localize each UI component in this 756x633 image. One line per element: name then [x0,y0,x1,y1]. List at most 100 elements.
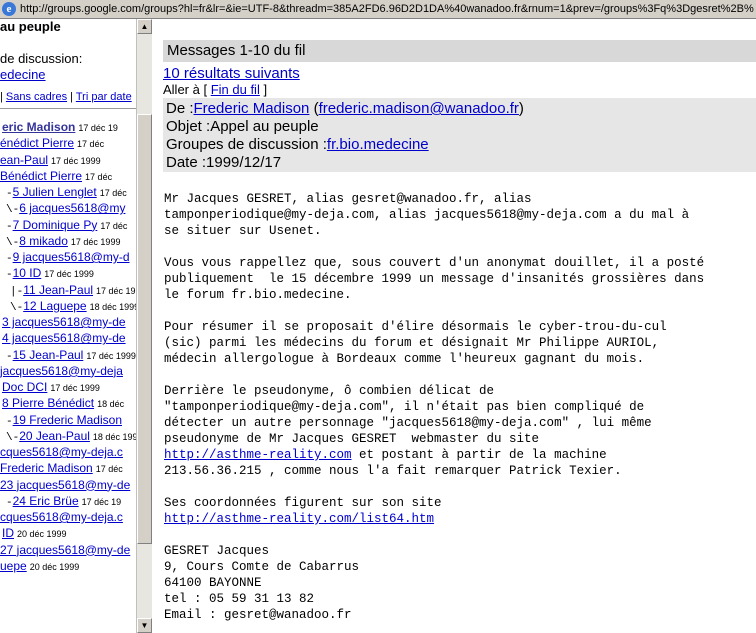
tree-item-link[interactable]: Doc DCI [2,380,47,394]
tree-item-link[interactable]: cques5618@my-deja.c [0,445,123,459]
tree-item-date: 17 déc [95,464,123,475]
tree-item-link[interactable]: 11 Jean-Paul [23,283,93,297]
tree-item-date: 17 déc 1999 [96,285,136,296]
tree-item[interactable]: -9 jacques5618@my-d [6,249,133,266]
tree-item-link[interactable]: 19 Frederic Madison [13,413,122,427]
site-list-link[interactable]: http://asthme-reality.com/list64.htm [164,512,434,526]
tree-item[interactable]: 3 jacques5618@my-de [2,314,129,331]
tree-item[interactable]: -24 Eric Brüe 17 déc 19 [6,493,121,510]
tree-item[interactable]: Doc DCI 17 déc 1999 [2,379,100,396]
tree-item-link[interactable]: 3 jacques5618@my-de [2,315,126,329]
tree-item-link[interactable]: ean-Paul [0,153,48,167]
tree-item[interactable]: ean-Paul 17 déc 1999 [0,152,101,169]
tree-item-link[interactable]: jacques5618@my-deja [0,364,123,378]
site-link[interactable]: http://asthme-reality.com [164,448,352,462]
body-paragraph: Vous vous rappellez que, sous couvert d'… [164,256,705,302]
tree-item-link[interactable]: 7 Dominique Py [13,218,98,232]
tree-item[interactable]: \-6 jacques5618@my [6,200,128,217]
tree-branch: - [6,220,13,233]
discussion-group-link[interactable]: edecine [0,67,46,82]
tree-item-link[interactable]: 15 Jean-Paul [13,348,84,362]
tree-item[interactable]: ID 20 déc 1999 [2,525,67,542]
end-of-thread-link[interactable]: Fin du fil [211,82,260,97]
tree-item-link[interactable]: eric Madison [2,120,75,134]
tree-item-date: 20 déc 1999 [17,529,67,540]
date-label: Date : [166,154,207,171]
date-value: 1999/12/17 [206,154,282,171]
tree-item[interactable]: \-12 Laguepe 18 déc 1999 [10,298,136,315]
tree-item-link[interactable]: 8 Pierre Bénédict [2,396,94,410]
from-email-link[interactable]: frederic.madison@wanadoo.fr [319,100,519,117]
tree-item-link[interactable]: 4 jacques5618@my-de [2,331,126,345]
tree-item[interactable]: jacques5618@my-deja [0,363,126,380]
signature-block: GESRET Jacques 9, Cours Comte de Cabarru… [164,544,360,622]
tree-item[interactable]: 27 jacques5618@my-de [0,542,133,559]
tree-item[interactable]: cques5618@my-deja.c [0,509,126,526]
tree-item[interactable]: Frederic Madison 17 déc [0,460,123,477]
tree-item-link[interactable]: Frederic Madison [0,461,93,475]
tree-item-link[interactable]: 9 jacques5618@my-d [13,250,130,264]
tree-item-link[interactable]: uepe [0,559,27,573]
address-bar[interactable]: e http://groups.google.com/groups?hl=fr&… [0,0,756,19]
tree-item-link[interactable]: 24 Eric Brüe [13,494,79,508]
tree-item[interactable]: eric Madison 17 déc 19 [2,119,118,136]
tree-branch: - [6,496,13,509]
next-results-link[interactable]: 10 résultats suivants [163,65,300,82]
tree-branch: - [6,350,13,363]
tree-item[interactable]: 8 Pierre Bénédict 18 déc [2,395,124,412]
tree-item[interactable]: 4 jacques5618@my-de [2,330,129,347]
tree-branch: \- [6,236,20,249]
tree-item[interactable]: Bénédict Pierre 17 déc [0,168,112,185]
tree-item-date: 17 déc 1999 [86,350,136,361]
tree-item[interactable]: -15 Jean-Paul 17 déc 1999 [6,347,136,364]
tree-item-link[interactable]: 10 ID [13,266,42,280]
tree-item-link[interactable]: énédict Pierre [0,136,74,150]
tree-item-link[interactable]: 12 Laguepe [23,299,86,313]
groups-label: Groupes de discussion : [166,136,327,153]
tree-item-link[interactable]: Bénédict Pierre [0,169,82,183]
tree-item[interactable]: 23 jacques5618@my-de [0,477,133,494]
message-body: Mr Jacques GESRET, alias gesret@wanadoo.… [164,191,754,623]
tree-item[interactable]: -7 Dominique Py 17 déc [6,217,127,234]
body-paragraph: Pour résumer il se proposait d'élire dés… [164,320,667,366]
tree-item[interactable]: cques5618@my-deja.c [0,444,126,461]
date-row: Date :1999/12/17 [166,154,281,171]
tri-par-date-link[interactable]: Tri par date [76,91,132,103]
thread-header-title: Messages 1-10 du fil [167,42,306,59]
from-label: De : [166,100,194,117]
sans-cadres-link[interactable]: Sans cadres [6,91,67,103]
tree-item[interactable]: -10 ID 17 déc 1999 [6,265,94,282]
tree-item-link[interactable]: 20 Jean-Paul [19,429,90,443]
tree-branch: \- [6,431,20,444]
tree-item[interactable]: |-11 Jean-Paul17 déc 1999 [10,282,136,299]
tree-item-date: 17 déc [99,188,127,198]
body-paragraph: Derrière le pseudonyme, ô combien délica… [164,383,754,479]
subject-row: Objet :Appel au peuple [166,118,319,135]
tree-item-link[interactable]: 8 mikado [19,234,68,248]
tree-item-link[interactable]: 5 Julien Lenglet [13,185,97,199]
tree-item[interactable]: \-8 mikado 17 déc 1999 [6,233,120,250]
tree-item-link[interactable]: 6 jacques5618@my [19,201,125,215]
tree-item-link[interactable]: 27 jacques5618@my-de [0,543,130,557]
tree-branch: - [6,269,13,282]
body-paragraph: Mr Jacques GESRET, alias gesret@wanadoo.… [164,192,690,238]
left-frame-scrollbar[interactable]: ▲ ▼ [136,19,152,633]
tree-item[interactable]: -5 Julien Lenglet 17 déc [6,184,127,201]
address-url[interactable]: http://groups.google.com/groups?hl=fr&lr… [20,3,754,15]
tree-item[interactable]: énédict Pierre 17 déc [0,135,104,152]
scroll-up-arrow-icon[interactable]: ▲ [137,19,152,34]
tree-item-date: 17 déc [77,139,105,150]
tree-branch: \- [10,301,24,314]
scroll-down-arrow-icon[interactable]: ▼ [137,618,152,633]
groups-link[interactable]: fr.bio.medecine [327,136,429,153]
tree-item-link[interactable]: cques5618@my-deja.c [0,510,123,524]
tree-item-link[interactable]: ID [2,526,14,540]
tree-item[interactable]: \-20 Jean-Paul18 déc 1999 [6,428,136,445]
tree-item[interactable]: uepe 20 déc 1999 [0,558,79,575]
tree-item-date: 17 déc 1999 [50,383,100,393]
tree-item[interactable]: -19 Frederic Madison [6,412,125,429]
tree-item-link[interactable]: 23 jacques5618@my-de [0,478,130,492]
from-row: De :Frederic Madison (frederic.madison@w… [166,100,524,117]
scrollbar-thumb[interactable] [137,114,152,544]
from-name-link[interactable]: Frederic Madison [194,100,310,117]
